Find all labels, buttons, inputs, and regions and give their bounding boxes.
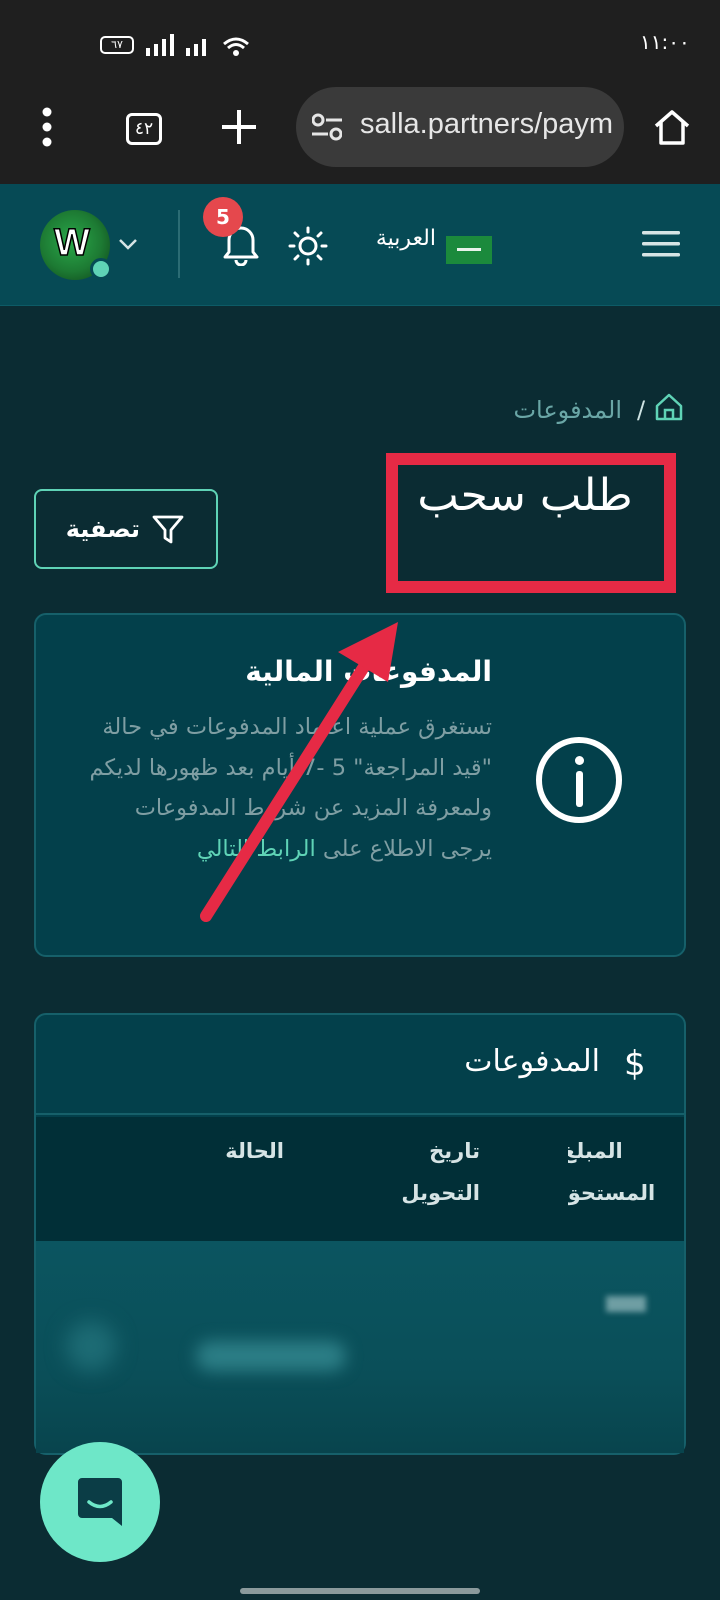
column-header-transfer-date: تاريخ التحويل <box>401 1139 480 1205</box>
saudi-flag-icon <box>446 236 492 264</box>
breadcrumb-separator: / <box>637 396 646 424</box>
chat-launcher-button[interactable] <box>40 1442 160 1562</box>
blurred-table-rows <box>36 1241 684 1453</box>
info-card-link[interactable]: الرابط التالي <box>197 836 316 862</box>
online-status-dot <box>90 258 112 280</box>
battery-icon: ٦٧ <box>100 36 134 54</box>
home-indicator <box>240 1588 480 1594</box>
column-header-status: الحالة <box>225 1139 284 1163</box>
chevron-down-icon[interactable] <box>118 238 138 250</box>
site-settings-icon[interactable] <box>312 113 342 141</box>
more-options-icon[interactable] <box>40 106 54 148</box>
info-icon <box>536 737 622 823</box>
breadcrumb-current: المدفوعات <box>513 396 622 424</box>
info-card-body: تستغرق عملية اعتماد المدفوعات في حالة "ق… <box>80 707 492 869</box>
avatar-letter: W <box>53 221 90 265</box>
tab-switcher-button[interactable]: ٤٢ <box>126 113 162 145</box>
status-time: ١١:٠٠ <box>640 30 690 54</box>
new-tab-icon[interactable] <box>222 110 256 144</box>
column-header-amount: المبلغ المستحق <box>568 1139 656 1205</box>
dollar-icon: $ <box>624 1044 646 1084</box>
breadcrumb-home-icon[interactable] <box>654 392 684 422</box>
sun-icon[interactable] <box>288 226 328 266</box>
language-selector[interactable]: العربية <box>356 226 436 251</box>
filter-icon <box>152 515 184 544</box>
menu-icon[interactable] <box>642 230 680 258</box>
signal-icon <box>146 34 249 56</box>
header-divider <box>178 210 180 278</box>
chat-icon <box>78 1478 122 1526</box>
home-icon[interactable] <box>652 108 692 146</box>
filter-label: تصفية <box>65 515 140 543</box>
annotation-highlight-box <box>386 453 676 593</box>
info-card-title: المدفوعات المالية <box>245 655 492 688</box>
url-text[interactable]: salla.partners/payments <box>360 108 612 148</box>
payments-card-title: المدفوعات <box>464 1044 600 1079</box>
notification-badge: 5 <box>203 197 243 237</box>
